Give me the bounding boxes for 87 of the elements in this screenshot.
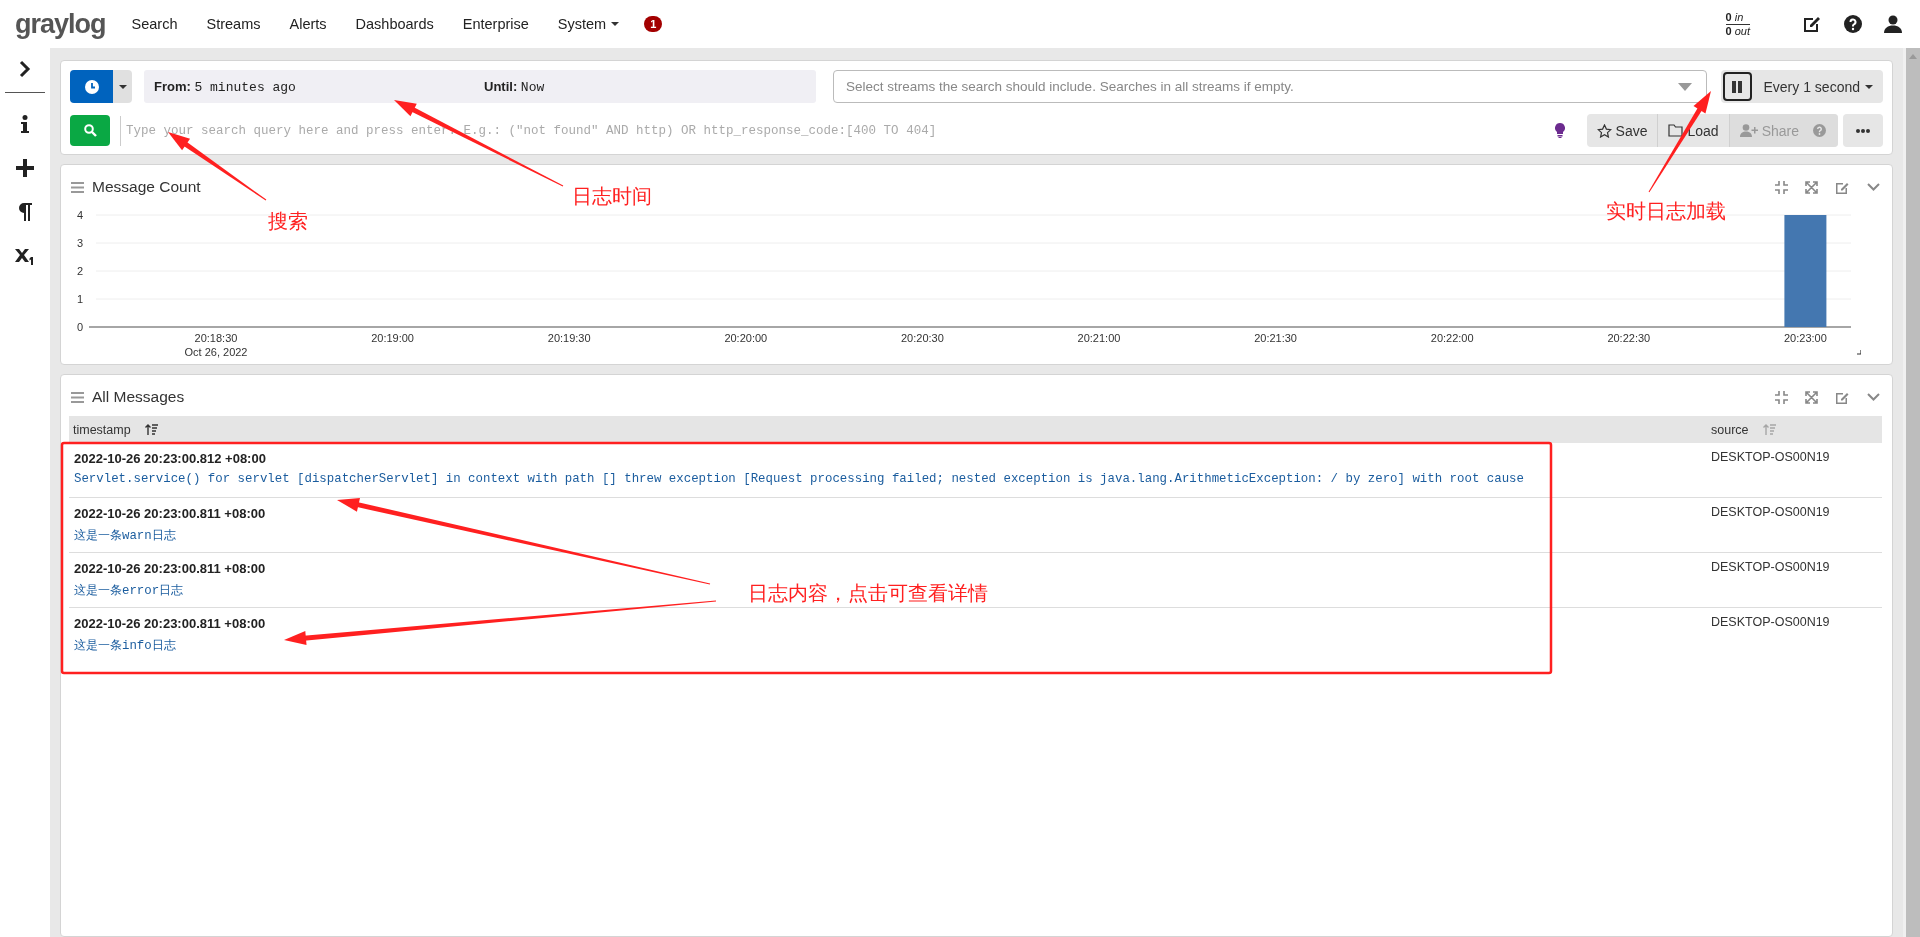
info-icon[interactable]	[21, 115, 29, 133]
y-tick-label: 4	[76, 209, 83, 221]
time-range-display[interactable]: From: 5 minutes ago Until: Now	[144, 70, 816, 103]
streams-select[interactable]: Select streams the search should include. Searches in all streams if empty.	[833, 70, 1707, 103]
x-tick-label: 20:22:30	[1607, 332, 1651, 344]
help-icon[interactable]	[1844, 15, 1862, 33]
ellipsis-icon	[1856, 128, 1870, 133]
pause-button[interactable]	[1722, 72, 1752, 101]
user-icon[interactable]	[1884, 15, 1902, 33]
y-tick-label: 3	[76, 237, 83, 249]
message-timestamp: 2022-10-26 20:23:00.811 +08:00	[74, 616, 266, 631]
throughput-reading: 0 out	[1725, 24, 1750, 38]
graylog-logo[interactable]: graylog	[15, 10, 106, 38]
nav-link[interactable]: Dashboards	[355, 16, 434, 32]
annotation-label: 日志内容，点击可查看详情	[748, 580, 988, 607]
x-tick-label: 20:21:30	[1254, 332, 1297, 344]
expand-icon[interactable]	[1805, 390, 1818, 404]
message-text: Servlet.service() for servlet [dispatcherServlet] in context with path [] threw exception [Request processing failed; nested exception is java.lang.ArithmeticException: / by zero] with root cause	[74, 472, 1524, 486]
message-timestamp: 2022-10-26 20:23:00.811 +08:00	[74, 506, 266, 521]
chevron-down-icon[interactable]	[1867, 392, 1880, 402]
nav-link[interactable]: Search	[131, 16, 178, 32]
message-text: 这是一条info日志	[74, 638, 176, 654]
drag-handle-icon[interactable]	[71, 391, 84, 403]
pause-icon	[1732, 80, 1742, 93]
until-range: Until: Now	[484, 78, 546, 95]
subscript-icon[interactable]	[15, 247, 35, 265]
message-source: DESKTOP-OS00N19	[1710, 449, 1831, 466]
message-text: 这是一条warn日志	[74, 528, 176, 544]
notification-badge[interactable]: 1	[644, 16, 663, 32]
annotation-label: 实时日志加载	[1606, 198, 1726, 225]
time-range-dropdown[interactable]	[113, 70, 132, 103]
x-tick-label: 20:23:00	[1784, 332, 1827, 344]
more-button[interactable]	[1843, 114, 1883, 147]
edit-icon[interactable]	[1802, 15, 1822, 33]
x-tick-label: 20:19:00	[371, 332, 414, 344]
y-tick-label: 2	[76, 265, 83, 277]
nav-link[interactable]: System	[557, 16, 620, 32]
compress-icon[interactable]	[1775, 390, 1788, 404]
throughput-reading: 0 in	[1725, 10, 1750, 25]
star-icon	[1596, 123, 1612, 138]
help-icon	[1813, 124, 1826, 137]
sort-icon[interactable]	[144, 424, 158, 435]
y-tick-label: 1	[76, 293, 83, 305]
time-range-button[interactable]	[70, 70, 113, 103]
message-text: 这是一条error日志	[74, 583, 184, 599]
message-source: DESKTOP-OS00N19	[1710, 614, 1831, 631]
chevron-right-icon[interactable]	[19, 60, 31, 78]
x-tick-label: 20:20:30	[901, 332, 944, 344]
y-tick-label: 0	[76, 321, 83, 333]
dropdown-arrow-icon	[1677, 82, 1692, 91]
search-button[interactable]	[70, 115, 110, 146]
message-timestamp: 2022-10-26 20:23:00.812 +08:00	[74, 451, 266, 466]
expand-icon[interactable]	[1805, 180, 1818, 194]
widget-title: Message Count	[92, 178, 201, 196]
nav-link[interactable]: Alerts	[289, 16, 327, 32]
column-header[interactable]: source	[1711, 422, 1749, 437]
compress-icon[interactable]	[1775, 180, 1788, 194]
from-range: From: 5 minutes ago	[154, 78, 297, 95]
scrollbar[interactable]	[1903, 48, 1920, 937]
nav-link[interactable]: Enterprise	[462, 16, 529, 32]
message-source: DESKTOP-OS00N19	[1710, 559, 1831, 576]
user-plus-icon	[1739, 124, 1758, 137]
folder-icon	[1668, 124, 1684, 137]
histogram-bar[interactable]	[1784, 215, 1827, 327]
plus-icon[interactable]	[16, 159, 34, 177]
clock-icon	[84, 79, 99, 94]
search-icon	[83, 124, 97, 137]
message-source: DESKTOP-OS00N19	[1710, 504, 1831, 521]
chevron-down-icon[interactable]	[1867, 182, 1880, 192]
x-tick-label: 20:22:00	[1430, 332, 1474, 344]
annotation-label: 搜索	[268, 208, 308, 235]
x-tick-label: 20:19:30	[547, 332, 591, 344]
widget-title: All Messages	[92, 388, 185, 406]
x-tick-label: 20:20:00	[724, 332, 768, 344]
message-timestamp: 2022-10-26 20:23:00.811 +08:00	[74, 561, 266, 576]
message-row[interactable]: 2022-10-26 20:23:00.811 +08:00 这是一条info日志 DESKTOP-OS00N19	[69, 608, 1882, 663]
resize-handle-icon[interactable]	[1856, 349, 1861, 355]
lightbulb-icon[interactable]	[1554, 123, 1565, 138]
column-header[interactable]: timestamp	[73, 422, 131, 437]
nav-link[interactable]: Streams	[206, 16, 261, 32]
action-button[interactable]: Save	[1586, 114, 1659, 147]
annotation-label: 日志时间	[572, 183, 652, 210]
drag-handle-icon[interactable]	[71, 181, 84, 193]
paragraph-icon[interactable]	[18, 203, 32, 221]
date-label: Oct 26, 2022	[184, 346, 248, 358]
x-tick-label: 20:21:00	[1077, 332, 1121, 344]
x-tick-label: 20:18:30	[194, 332, 238, 344]
